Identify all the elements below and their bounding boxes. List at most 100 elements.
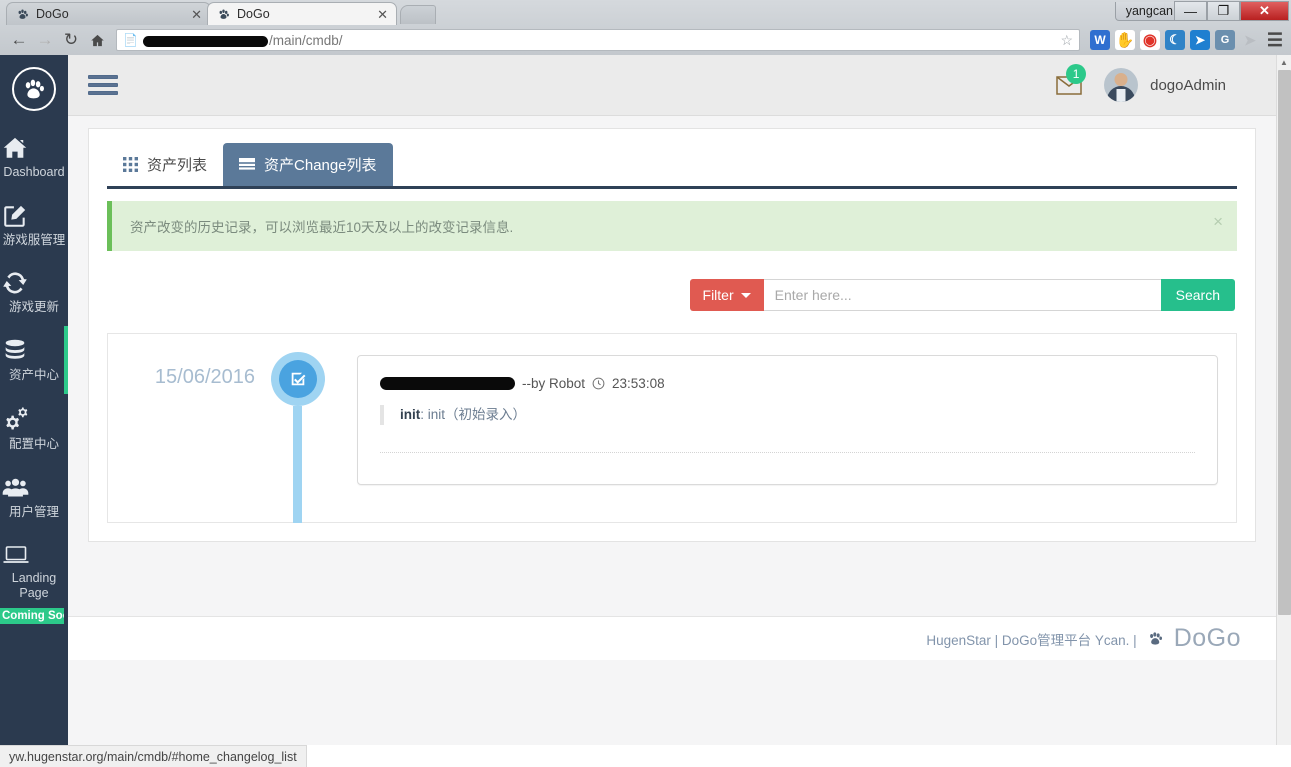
messages-count-badge: 1 bbox=[1066, 63, 1087, 84]
bookmark-star-icon[interactable]: ☆ bbox=[1060, 32, 1073, 49]
paw-icon bbox=[15, 7, 30, 22]
username-label[interactable]: dogoAdmin bbox=[1150, 77, 1226, 94]
sidebar-item-game-server-label: 游戏服管理 bbox=[2, 232, 66, 247]
sidebar-item-user-management-label: 用户管理 bbox=[8, 505, 59, 520]
page-scrollbar[interactable]: ▲ bbox=[1276, 55, 1291, 745]
browser-tabstrip: DoGo ✕ DoGo ✕ yangcan — ❐ ✕ bbox=[0, 0, 1291, 25]
refresh-icon bbox=[2, 270, 66, 296]
xunlei-extension-icon[interactable]: ➤ bbox=[1190, 30, 1210, 50]
browser-toolbar: ← → ↻ 📄 /main/cmdb/ ☆ W ✋ ◉ ☾ ➤ G ➤ ☰ bbox=[0, 25, 1291, 55]
timeline-date: 15/06/2016 bbox=[154, 366, 255, 388]
users-icon bbox=[2, 474, 66, 501]
footer-text: HugenStar | DoGo管理平台 Ycan. | bbox=[926, 632, 1137, 648]
timeline-entry: 15/06/2016 --by Robot 23:53:08 init: ini… bbox=[126, 352, 1218, 523]
cursor-extension-icon[interactable]: ➤ bbox=[1240, 30, 1260, 50]
sidebar: Dashboard 游戏服管理 游戏更新 资产中心 配置中心 用户管理 Land… bbox=[0, 55, 68, 745]
topbar: 1 dogoAdmin bbox=[68, 55, 1276, 116]
home-icon[interactable] bbox=[84, 27, 110, 53]
search-input[interactable] bbox=[763, 279, 1161, 311]
browser-tab-1-title: DoGo bbox=[36, 7, 69, 21]
browser-chrome: DoGo ✕ DoGo ✕ yangcan — ❐ ✕ ← → ↻ 📄 /mai… bbox=[0, 0, 1291, 55]
address-bar[interactable]: 📄 /main/cmdb/ ☆ bbox=[116, 29, 1080, 51]
sidebar-item-dashboard[interactable]: Dashboard bbox=[0, 123, 68, 191]
page-viewport: Dashboard 游戏服管理 游戏更新 资产中心 配置中心 用户管理 Land… bbox=[0, 55, 1291, 745]
window-maximize-button[interactable]: ❐ bbox=[1207, 1, 1240, 21]
search-row: Filter Search bbox=[107, 279, 1237, 311]
search-button[interactable]: Search bbox=[1160, 279, 1235, 311]
sidebar-item-landing-page[interactable]: Landing Page Coming Soon bbox=[0, 531, 68, 634]
tabs-underline bbox=[107, 186, 1237, 189]
info-alert-text: 资产改变的历史记录，可以浏览最近10天及以上的改变记录信息. bbox=[130, 220, 514, 235]
info-alert: 资产改变的历史记录，可以浏览最近10天及以上的改变记录信息. × bbox=[107, 201, 1237, 251]
sidebar-item-user-management[interactable]: 用户管理 bbox=[0, 462, 68, 531]
filter-dropdown-button[interactable]: Filter bbox=[689, 279, 764, 311]
changelog-detail-key: init bbox=[400, 407, 421, 422]
sidebar-item-config-center[interactable]: 配置中心 bbox=[0, 394, 68, 463]
browser-tab-1-close-icon[interactable]: ✕ bbox=[187, 8, 202, 21]
sidebar-item-landing-page-label: Landing Page bbox=[11, 570, 57, 601]
adblock-extension-icon[interactable]: ✋ bbox=[1115, 30, 1135, 50]
sidebar-item-asset-center[interactable]: 资产中心 bbox=[0, 325, 68, 394]
tab-asset-change-list[interactable]: 资产Change列表 bbox=[223, 143, 393, 186]
page-document-icon: 📄 bbox=[123, 33, 138, 47]
database-icon bbox=[2, 338, 66, 364]
avatar[interactable] bbox=[1104, 68, 1139, 102]
timeline-connector bbox=[293, 406, 302, 523]
tab-asset-list-label: 资产列表 bbox=[147, 157, 208, 174]
grid-icon bbox=[123, 157, 138, 172]
changelog-detail-value: : init（初始录入） bbox=[420, 407, 527, 422]
paw-icon bbox=[1146, 630, 1165, 647]
browser-status-bar: yw.hugenstar.org/main/cmdb/#home_changel… bbox=[0, 745, 307, 767]
content-panel: 资产列表 资产Change列表 资产改变的历史记录，可以浏览最近10天及以上的改 bbox=[88, 128, 1256, 542]
content-tabs: 资产列表 资产Change列表 bbox=[107, 143, 1237, 186]
messages-button[interactable]: 1 bbox=[1056, 63, 1087, 95]
changelog-detail: init: init（初始录入） bbox=[380, 405, 1195, 426]
changelog-time: 23:53:08 bbox=[612, 376, 665, 391]
changelog-card: --by Robot 23:53:08 init: init（初始录入） bbox=[357, 355, 1218, 485]
scrollbar-thumb[interactable] bbox=[1278, 70, 1291, 615]
sidebar-item-game-update[interactable]: 游戏更新 bbox=[0, 258, 68, 326]
w-extension-icon[interactable]: W bbox=[1090, 30, 1110, 50]
google-translate-extension-icon[interactable]: G bbox=[1215, 30, 1235, 50]
timeline-marker bbox=[271, 352, 331, 523]
window-close-button[interactable]: ✕ bbox=[1240, 1, 1289, 21]
changelog-title-redacted bbox=[380, 377, 515, 390]
filter-button-label: Filter bbox=[702, 287, 734, 303]
reload-icon[interactable]: ↻ bbox=[58, 27, 84, 53]
paw-logo-icon[interactable] bbox=[12, 67, 56, 111]
browser-tab-2[interactable]: DoGo ✕ bbox=[207, 2, 397, 25]
gears-icon bbox=[2, 406, 66, 433]
sidebar-item-game-update-label: 游戏更新 bbox=[8, 300, 59, 315]
browser-tab-1[interactable]: DoGo ✕ bbox=[6, 2, 211, 25]
tab-asset-list[interactable]: 资产列表 bbox=[107, 143, 223, 186]
laptop-icon bbox=[2, 543, 66, 567]
page-footer: HugenStar | DoGo管理平台 Ycan. | DoGo bbox=[68, 616, 1276, 660]
clock-icon bbox=[592, 377, 605, 390]
close-icon[interactable]: × bbox=[1213, 212, 1223, 232]
browser-tab-2-close-icon[interactable]: ✕ bbox=[373, 8, 388, 21]
window-minimize-button[interactable]: — bbox=[1174, 1, 1207, 21]
sidebar-item-dashboard-label: Dashboard bbox=[3, 165, 65, 179]
list-icon bbox=[239, 157, 256, 172]
tab-asset-change-list-label: 资产Change列表 bbox=[264, 157, 377, 174]
new-tab-button[interactable] bbox=[400, 5, 436, 24]
changelog-timeline: 15/06/2016 --by Robot 23:53:08 init: ini… bbox=[107, 333, 1237, 523]
blue-moon-extension-icon[interactable]: ☾ bbox=[1165, 30, 1185, 50]
back-icon[interactable]: ← bbox=[6, 27, 32, 53]
footer-logo-text: DoGo bbox=[1173, 624, 1241, 652]
home-icon bbox=[2, 135, 66, 161]
check-square-icon bbox=[279, 360, 317, 398]
chrome-menu-icon[interactable]: ☰ bbox=[1265, 30, 1285, 50]
status-bar-url: yw.hugenstar.org/main/cmdb/#home_changel… bbox=[9, 749, 297, 764]
weibo-extension-icon[interactable]: ◉ bbox=[1140, 30, 1160, 50]
hamburger-icon[interactable] bbox=[88, 71, 118, 99]
sidebar-item-asset-center-label: 资产中心 bbox=[8, 367, 59, 382]
scroll-up-icon[interactable]: ▲ bbox=[1277, 55, 1291, 70]
coming-soon-badge: Coming Soon bbox=[0, 608, 64, 624]
forward-icon[interactable]: → bbox=[32, 27, 58, 53]
extension-toolbar: W ✋ ◉ ☾ ➤ G ➤ ☰ bbox=[1086, 30, 1285, 50]
sidebar-item-game-server[interactable]: 游戏服管理 bbox=[0, 191, 68, 259]
address-redacted-host bbox=[142, 35, 268, 47]
topbar-right: 1 dogoAdmin bbox=[1056, 63, 1276, 102]
edit-square-icon bbox=[2, 203, 66, 229]
